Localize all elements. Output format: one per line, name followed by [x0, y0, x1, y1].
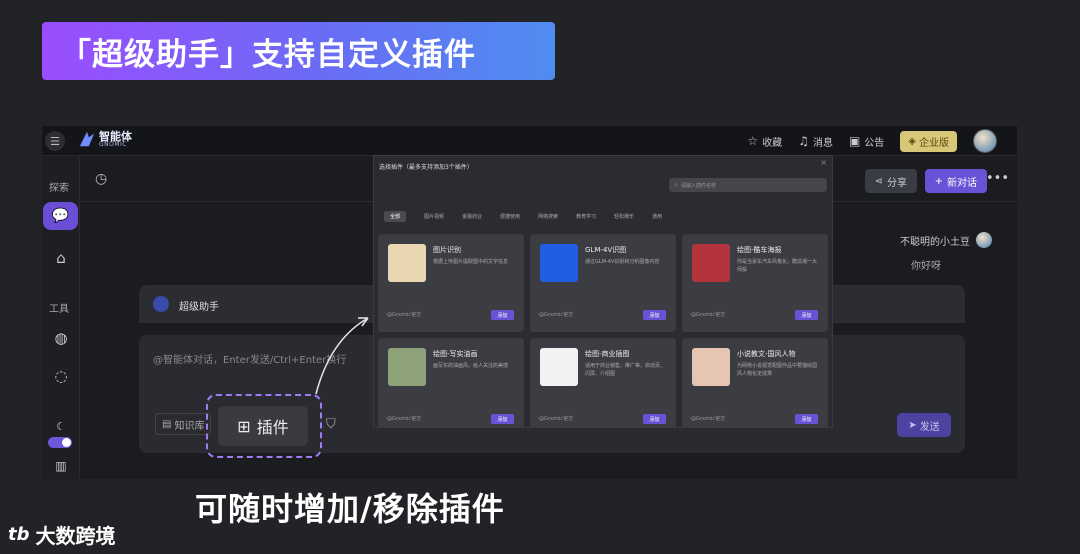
grid-icon: ⊞: [237, 416, 251, 436]
caption-text: 可随时增加/移除插件: [195, 490, 505, 528]
pointer-arrow: [315, 317, 369, 395]
plugin-button-label: 插件: [256, 418, 289, 437]
watermark-text: 大数跨境: [35, 524, 116, 548]
plugin-button[interactable]: ⊞ 插件: [218, 406, 308, 446]
watermark-logo: tb: [8, 524, 30, 545]
watermark: tb 大数跨境: [8, 520, 116, 549]
